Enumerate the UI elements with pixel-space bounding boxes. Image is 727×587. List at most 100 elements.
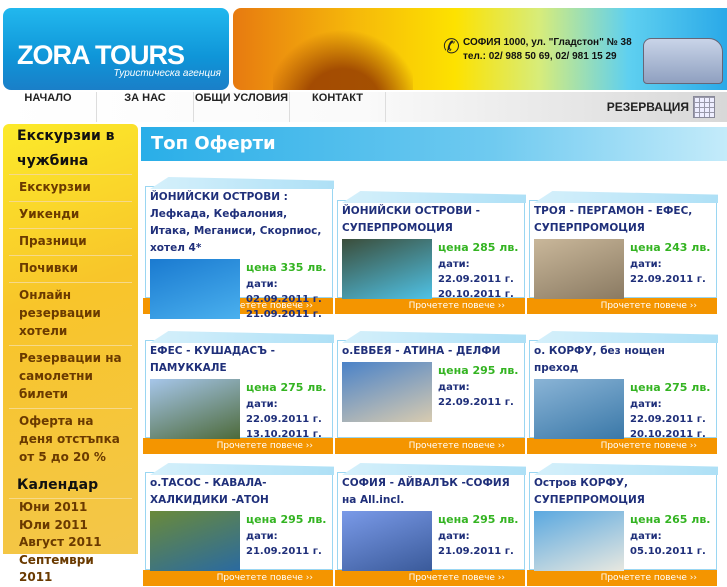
sidebar-item-hotel-booking[interactable]: Онлайн резервации хотели <box>9 282 132 345</box>
offer-card[interactable]: ЙОНИЙСКИ ОСТРОВИ - СУПЕРПРОМОЦИЯ цена 28… <box>335 191 526 314</box>
sidebar-item-daily-offer[interactable]: Оферта на деня отстъпка от 5 до 20 % <box>9 408 132 471</box>
sidebar-item-holidays[interactable]: Празници <box>9 228 132 255</box>
offer-title[interactable]: ЕФЕС - КУШАДАСЪ - ПАМУККАЛЕ <box>150 343 328 377</box>
offer-price: цена 295 лв. <box>438 364 519 377</box>
nav-about[interactable]: ЗА НАС <box>97 92 194 122</box>
reservation-label: РЕЗЕРВАЦИЯ <box>606 100 689 114</box>
sidebar-item-excursions[interactable]: Екскурзии <box>9 174 132 201</box>
offer-title[interactable]: ЙОНИЙСКИ ОСТРОВИ : Лефкада, Кефалония, И… <box>150 189 328 257</box>
offer-title[interactable]: о.ЕВБЕЯ - АТИНА - ДЕЛФИ <box>342 343 520 360</box>
offer-price: цена 275 лв. <box>630 381 711 394</box>
offer-card[interactable]: Остров КОРФУ, СУПЕРПРОМОЦИЯ цена 265 лв.… <box>527 463 718 586</box>
nav-home[interactable]: НАЧАЛО <box>0 92 97 122</box>
offer-card[interactable]: о.ТАСОС - КАВАЛА- ХАЛКИДИКИ -АТОН цена 2… <box>143 463 334 586</box>
offer-card[interactable]: СОФИЯ - АЙВАЛЪК -СОФИЯ на All.incl. цена… <box>335 463 526 586</box>
sidebar-item-vacations[interactable]: Почивки <box>9 255 132 282</box>
tagline: Туристическа агенция <box>113 68 221 79</box>
offer-price: цена 265 лв. <box>630 513 711 526</box>
read-more-button[interactable]: Прочетете повече ›› <box>527 570 717 586</box>
read-more-button[interactable]: Прочетете повече ›› <box>335 570 525 586</box>
main-nav: НАЧАЛО ЗА НАС ОБЩИ УСЛОВИЯ КОНТАКТ РЕЗЕР… <box>0 92 727 122</box>
offer-title[interactable]: о.ТАСОС - КАВАЛА- ХАЛКИДИКИ -АТОН <box>150 475 328 509</box>
offer-date: 22.09.2011 г. <box>630 274 706 285</box>
offer-card[interactable]: ЙОНИЙСКИ ОСТРОВИ : Лефкада, Кефалония, И… <box>143 177 334 320</box>
offer-date: 13.10.2011 г. <box>246 429 322 440</box>
offer-image[interactable] <box>534 379 624 439</box>
card-tab-decoration <box>150 331 334 343</box>
phones: тел.: 02/ 988 50 69, 02/ 981 15 29 <box>463 51 617 62</box>
offer-date: 22.09.2011 г. <box>438 397 514 408</box>
offer-title[interactable]: СОФИЯ - АЙВАЛЪК -СОФИЯ на All.incl. <box>342 475 520 509</box>
offer-image[interactable] <box>342 511 432 571</box>
month-july[interactable]: Юли 2011 <box>9 517 132 535</box>
header-banner: ✆ СОФИЯ 1000, ул. "Гладстон" № 38 тел.: … <box>233 8 727 90</box>
page-title: Топ Оферти <box>141 127 727 161</box>
offer-date: 21.09.2011 г. <box>246 546 322 557</box>
dates-label: дати: <box>630 259 662 270</box>
read-more-button[interactable]: Прочетете повече ›› <box>143 570 333 586</box>
calendar-icon <box>693 96 715 118</box>
card-tab-decoration <box>150 177 334 189</box>
offer-card[interactable]: о. КОРФУ, без нощен преход цена 275 лв. … <box>527 331 718 454</box>
card-tab-decoration <box>534 463 718 475</box>
palm-graphic <box>273 8 413 90</box>
offer-date: 20.10.2011 г. <box>438 289 514 300</box>
card-tab-decoration <box>342 463 526 475</box>
card-tab-decoration <box>342 191 526 203</box>
offer-image[interactable] <box>150 259 240 319</box>
dates-label: дати: <box>630 399 662 410</box>
read-more-button[interactable]: Прочетете повече ›› <box>335 438 525 454</box>
offer-card[interactable]: ЕФЕС - КУШАДАСЪ - ПАМУККАЛЕ цена 275 лв.… <box>143 331 334 454</box>
offer-date: 02.09.2011 г. <box>246 294 322 305</box>
offer-date: 21.09.2011 г. <box>246 309 322 320</box>
offer-date: 22.09.2011 г. <box>438 274 514 285</box>
offer-price: цена 275 лв. <box>246 381 327 394</box>
sidebar-item-flight-tickets[interactable]: Резервации на самолетни билети <box>9 345 132 408</box>
dates-label: дати: <box>438 382 470 393</box>
card-tab-decoration <box>534 191 718 203</box>
month-september[interactable]: Септември 2011 <box>9 552 132 587</box>
nav-contact[interactable]: КОНТАКТ <box>290 92 386 122</box>
offer-title[interactable]: ТРОЯ - ПЕРГАМОН - ЕФЕС, СУПЕРПРОМОЦИЯ <box>534 203 712 237</box>
offer-image[interactable] <box>342 362 432 422</box>
card-tab-decoration <box>342 331 526 343</box>
card-tab-decoration <box>534 331 718 343</box>
month-june[interactable]: Юни 2011 <box>9 499 132 517</box>
nav-terms[interactable]: ОБЩИ УСЛОВИЯ <box>194 92 290 122</box>
offer-date: 22.09.2011 г. <box>246 414 322 425</box>
card-tab-decoration <box>150 463 334 475</box>
address: СОФИЯ 1000, ул. "Гладстон" № 38 <box>463 37 632 48</box>
dates-label: дати: <box>246 399 278 410</box>
offer-image[interactable] <box>150 379 240 439</box>
offer-card[interactable]: ТРОЯ - ПЕРГАМОН - ЕФЕС, СУПЕРПРОМОЦИЯ це… <box>527 191 718 314</box>
offer-image[interactable] <box>534 239 624 299</box>
offer-image[interactable] <box>534 511 624 571</box>
dates-label: дати: <box>438 259 470 270</box>
offer-date: 20.10.2011 г. <box>630 429 706 440</box>
offer-image[interactable] <box>150 511 240 571</box>
read-more-button[interactable]: Прочетете повече ›› <box>527 298 717 314</box>
offer-title[interactable]: ЙОНИЙСКИ ОСТРОВИ - СУПЕРПРОМОЦИЯ <box>342 203 520 237</box>
sidebar-item-weekends[interactable]: Уикенди <box>9 201 132 228</box>
dates-label: дати: <box>438 531 470 542</box>
offer-title[interactable]: о. КОРФУ, без нощен преход <box>534 343 712 377</box>
offer-price: цена 285 лв. <box>438 241 519 254</box>
offer-image[interactable] <box>342 239 432 299</box>
offer-title[interactable]: Остров КОРФУ, СУПЕРПРОМОЦИЯ <box>534 475 712 509</box>
offer-card[interactable]: о.ЕВБЕЯ - АТИНА - ДЕЛФИ цена 295 лв. дат… <box>335 331 526 454</box>
logo[interactable]: ZORA TOURS Туристическа агенция <box>3 8 229 90</box>
sidebar-heading: Екскурзии в чужбина <box>17 128 115 169</box>
dates-label: дати: <box>246 279 278 290</box>
offer-price: цена 335 лв. <box>246 261 327 274</box>
offer-date: 05.10.2011 г. <box>630 546 706 557</box>
dates-label: дати: <box>630 531 662 542</box>
phone-icon: ✆ <box>443 34 460 58</box>
bus-image <box>643 38 723 84</box>
reservation-button[interactable]: РЕЗЕРВАЦИЯ <box>607 92 715 122</box>
offer-price: цена 243 лв. <box>630 241 711 254</box>
brand-name: ZORA TOURS <box>17 40 185 70</box>
offer-price: цена 295 лв. <box>438 513 519 526</box>
offer-date: 21.09.2011 г. <box>438 546 514 557</box>
month-august[interactable]: Август 2011 <box>9 534 132 552</box>
dates-label: дати: <box>246 531 278 542</box>
